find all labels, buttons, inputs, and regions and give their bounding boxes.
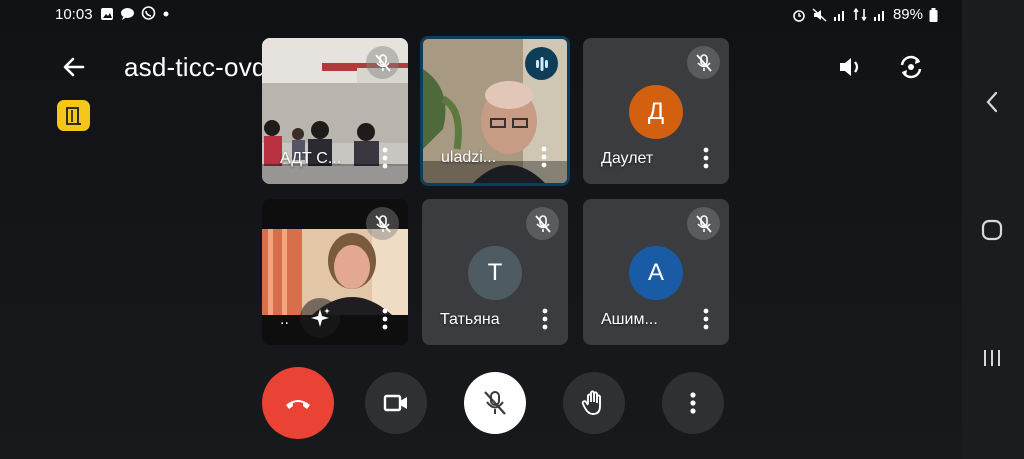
more-vert-icon[interactable] [542, 308, 548, 330]
more-vert-icon[interactable] [541, 146, 547, 168]
more-vert-icon [690, 392, 696, 414]
participant-avatar: Т [468, 246, 522, 300]
switch-camera-icon[interactable] [896, 52, 926, 82]
image-icon [101, 7, 113, 20]
participant-name: АДТ С... [280, 150, 342, 167]
mic-off-icon [534, 214, 551, 233]
participant-tile[interactable]: АДТ С... [262, 38, 408, 184]
recents-icon [984, 350, 1000, 366]
muted-badge [526, 207, 559, 240]
phone-hangup-icon [286, 400, 310, 409]
more-vert-icon[interactable] [382, 308, 388, 330]
dot-icon [163, 11, 169, 16]
participant-tile[interactable]: .. [262, 199, 408, 345]
sparkle-icon [311, 308, 330, 327]
camera-button[interactable] [365, 372, 427, 434]
participant-avatar: Д [629, 85, 683, 139]
battery-percent: 89% [892, 6, 923, 23]
mic-off-icon [374, 53, 391, 72]
home-icon [981, 219, 1003, 241]
more-options-button[interactable] [662, 372, 724, 434]
mic-off-icon [484, 391, 506, 415]
participant-tile[interactable]: А Ашим... [583, 199, 729, 345]
muted-badge [366, 207, 399, 240]
chat-icon [121, 7, 134, 20]
participant-name: .. [280, 311, 289, 328]
mute-icon [812, 7, 827, 22]
nav-back-button[interactable] [977, 87, 1007, 117]
microphone-button[interactable] [464, 372, 526, 434]
meet-screen: 10:03 89% asd-ticc-ovd АДТ С... uladzi..… [0, 0, 962, 459]
participant-name: Татьяна [440, 311, 500, 328]
more-vert-icon[interactable] [703, 308, 709, 330]
more-vert-icon[interactable] [703, 147, 709, 169]
meeting-title[interactable]: asd-ticc-ovd [124, 52, 267, 83]
signal-icon [873, 11, 884, 21]
signal-icon [833, 11, 844, 21]
nav-recents-button[interactable] [977, 343, 1007, 373]
speaking-indicator [525, 47, 558, 80]
alarm-icon [793, 9, 805, 22]
chevron-left-icon [986, 91, 998, 113]
audio-level-icon [535, 56, 548, 71]
mic-off-icon [695, 214, 712, 233]
back-arrow-icon[interactable] [59, 52, 89, 82]
participant-name: Ашим... [601, 311, 658, 328]
raise-hand-button[interactable] [563, 372, 625, 434]
effects-button[interactable] [300, 298, 340, 338]
participant-tile[interactable]: Д Даулет [583, 38, 729, 184]
muted-badge [366, 46, 399, 79]
hangup-button[interactable] [262, 367, 334, 439]
speaker-icon[interactable] [835, 52, 865, 82]
status-time: 10:03 [55, 6, 93, 23]
video-camera-icon [383, 394, 407, 412]
signal-icon [853, 8, 867, 21]
participant-tile-active[interactable]: uladzi... [420, 36, 570, 186]
leave-badge[interactable] [57, 100, 90, 131]
muted-badge [687, 46, 720, 79]
nav-home-button[interactable] [977, 215, 1007, 245]
battery-icon [929, 7, 938, 22]
participant-name: uladzi... [441, 149, 497, 166]
mic-off-icon [374, 214, 391, 233]
muted-badge [687, 207, 720, 240]
hand-icon [581, 390, 601, 415]
viber-icon [141, 6, 156, 20]
participant-avatar: А [629, 246, 683, 300]
participant-tile[interactable]: Т Татьяна [422, 199, 568, 345]
mic-off-icon [695, 53, 712, 72]
door-exit-icon [65, 106, 81, 125]
more-vert-icon[interactable] [382, 147, 388, 169]
status-left-icons [100, 6, 170, 21]
status-right: 89% [792, 6, 938, 23]
participant-name: Даулет [601, 150, 654, 167]
